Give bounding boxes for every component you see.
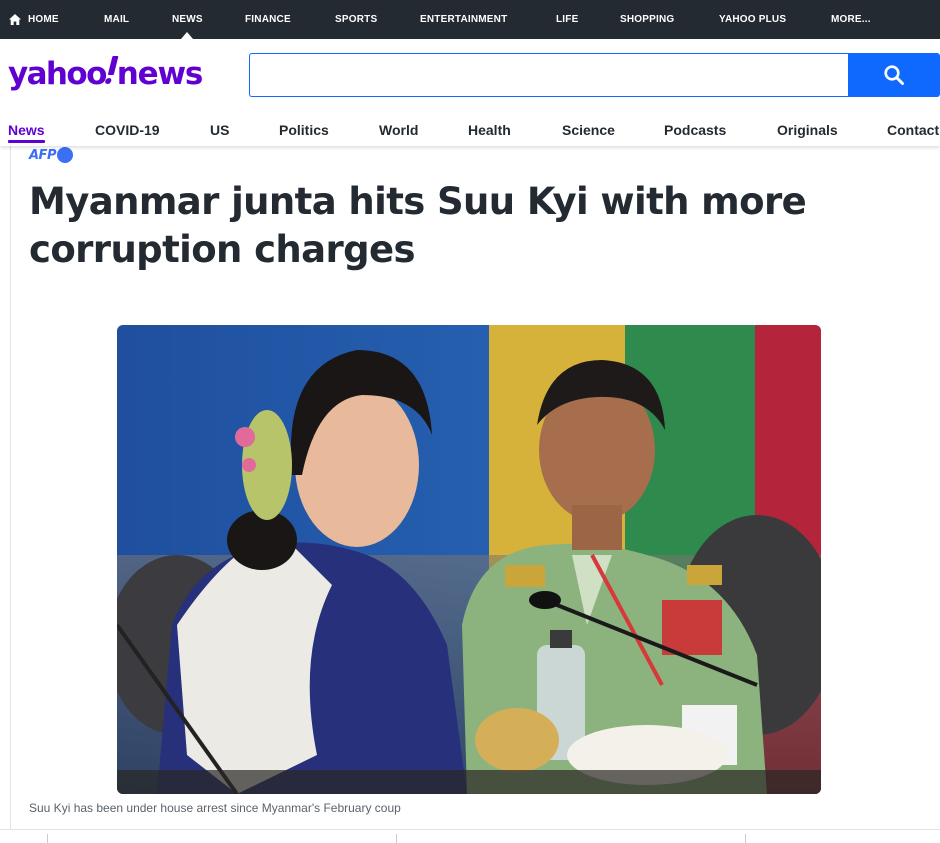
logo-news-text: news [116,56,204,92]
bottom-column-divider [396,834,397,843]
top-nav-more[interactable]: MORE... [831,0,871,39]
top-nav-entertainment[interactable]: ENTERTAINMENT [420,0,507,39]
article-photo[interactable] [117,325,821,794]
section-nav-covid-19[interactable]: COVID-19 [95,122,160,138]
bottom-divider [0,829,940,830]
top-nav-home-label: HOME [28,14,59,25]
section-nav-us[interactable]: US [210,122,229,138]
top-nav-shopping[interactable]: SHOPPING [620,0,674,39]
source-logo-afp[interactable]: AFP [29,146,73,164]
section-nav-news[interactable]: News [8,122,45,138]
active-tab-indicator [181,32,193,39]
source-name: AFP [29,147,56,163]
section-nav-podcasts[interactable]: Podcasts [664,122,726,138]
section-nav-science[interactable]: Science [562,122,615,138]
logo-yahoo-text: yahoo [8,56,107,92]
section-nav-contact[interactable]: Contact [887,122,939,138]
search-input[interactable] [249,53,849,97]
section-nav-politics[interactable]: Politics [279,122,329,138]
top-nav-home[interactable]: HOME [9,0,59,39]
top-nav-finance[interactable]: FINANCE [245,0,291,39]
home-icon [9,14,21,25]
bottom-column-divider [745,834,746,843]
site-header: yahoo news [0,39,940,110]
top-nav-life[interactable]: LIFE [556,0,578,39]
section-navigation: News COVID-19 US Politics World Health S… [0,110,940,146]
photo-caption: Suu Kyi has been under house arrest sinc… [29,801,401,815]
top-nav-mail[interactable]: MAIL [104,0,129,39]
section-nav-originals[interactable]: Originals [777,122,838,138]
search-icon [884,65,904,85]
top-nav-yahoo-plus[interactable]: YAHOO PLUS [719,0,786,39]
search-button[interactable] [848,53,940,97]
top-navigation-bar: HOME MAIL NEWS FINANCE SPORTS ENTERTAINM… [0,0,940,39]
article-left-divider [10,146,11,830]
section-nav-world[interactable]: World [379,122,418,138]
section-nav-active-underline [8,140,45,143]
top-nav-sports[interactable]: SPORTS [335,0,377,39]
section-nav-health[interactable]: Health [468,122,511,138]
afp-dot-icon [56,147,73,163]
article-photo-illustration [117,325,821,794]
article-headline: Myanmar junta hits Suu Kyi with more cor… [29,180,807,271]
bottom-column-divider [47,834,48,843]
yahoo-news-logo[interactable]: yahoo news [8,55,204,93]
